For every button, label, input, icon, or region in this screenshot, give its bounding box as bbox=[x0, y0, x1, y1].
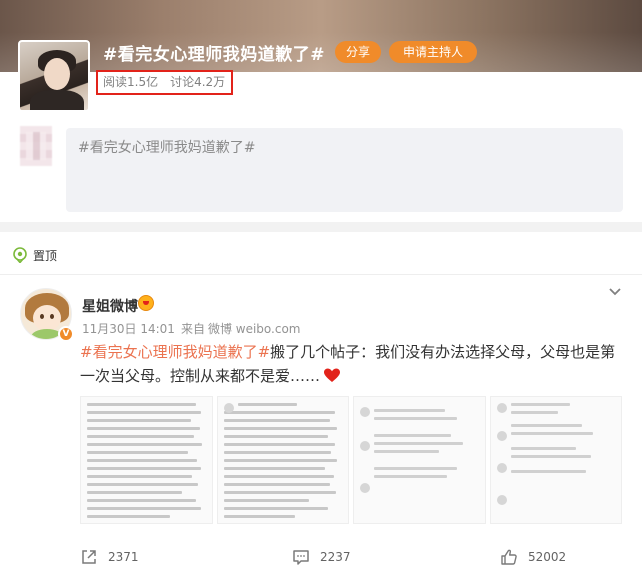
post-image[interactable] bbox=[216, 396, 349, 524]
divider bbox=[0, 274, 642, 275]
repost-button[interactable]: 2371 bbox=[80, 544, 139, 570]
pinned-label: 置顶 bbox=[33, 248, 58, 263]
pinned-post: 置顶 V 星姐微博 11月30日 14:01 来自 微博 weibo.com #看完… bbox=[0, 232, 642, 580]
chevron-down-icon[interactable] bbox=[607, 286, 623, 298]
verified-badge-icon: V bbox=[58, 326, 74, 342]
read-count: 阅读1.5亿 bbox=[103, 75, 159, 89]
pinned-header: 置顶 bbox=[12, 246, 57, 264]
comment-button[interactable]: 2237 bbox=[292, 544, 351, 570]
comment-count: 2237 bbox=[320, 550, 351, 564]
post-date[interactable]: 11月30日 14:01 bbox=[82, 322, 175, 336]
composer-input[interactable]: #看完女心理师我妈道歉了# bbox=[66, 128, 623, 212]
post-source: 微博 weibo.com bbox=[207, 322, 301, 336]
heart-icon bbox=[324, 368, 341, 382]
topic-title: #看完女心理师我妈道歉了# bbox=[103, 45, 325, 65]
topic-link[interactable]: #看完女心理师我妈道歉了# bbox=[80, 343, 270, 361]
like-icon bbox=[501, 549, 517, 565]
share-button[interactable]: 分享 bbox=[335, 41, 381, 63]
post-image[interactable] bbox=[489, 396, 622, 524]
composer-avatar bbox=[20, 126, 52, 166]
post-images bbox=[80, 396, 622, 524]
apply-host-button[interactable]: 申请主持人 bbox=[389, 41, 477, 63]
post-body: #看完女心理师我妈道歉了#搬了几个帖子：我们没有办法选择父母，父母也是第一次当父… bbox=[80, 340, 628, 388]
topic-avatar bbox=[18, 40, 90, 112]
post-image[interactable] bbox=[353, 396, 486, 524]
post-image[interactable] bbox=[80, 396, 213, 524]
discussion-count: 讨论4.2万 bbox=[170, 75, 226, 89]
post-actions: 2371 2237 52002 bbox=[0, 544, 642, 570]
author-name[interactable]: 星姐微博 bbox=[82, 296, 138, 316]
vip-badge-icon bbox=[138, 295, 154, 311]
pin-icon bbox=[13, 247, 27, 263]
topic-stats: 阅读1.5亿 讨论4.2万 bbox=[96, 70, 233, 95]
like-count: 52002 bbox=[528, 550, 567, 564]
topic-header: #看完女心理师我妈道歉了# 分享 申请主持人 阅读1.5亿 讨论4.2万 #看完女… bbox=[0, 0, 642, 222]
like-button[interactable]: 52002 bbox=[500, 544, 566, 570]
repost-icon bbox=[82, 550, 96, 564]
repost-count: 2371 bbox=[108, 550, 139, 564]
source-prefix: 来自 bbox=[180, 322, 205, 336]
post-meta: 11月30日 14:01 来自 微博 weibo.com bbox=[82, 320, 301, 337]
comment-icon bbox=[293, 550, 309, 565]
